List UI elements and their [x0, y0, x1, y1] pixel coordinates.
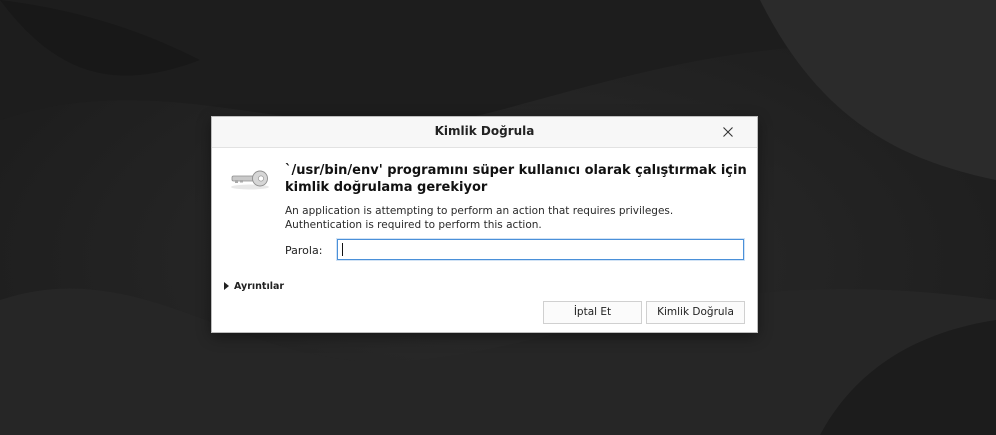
close-icon [723, 127, 733, 137]
triangle-right-icon [224, 282, 229, 290]
cancel-button[interactable]: İptal Et [543, 301, 642, 324]
description-line-2: Authentication is required to perform th… [285, 219, 542, 231]
password-label: Parola: [285, 244, 323, 257]
details-label: Ayrıntılar [234, 281, 285, 292]
authentication-dialog: Kimlik Doğrula `/usr/bin/env' programını… [212, 117, 757, 332]
dialog-titlebar: Kimlik Doğrula [212, 117, 757, 148]
dialog-heading: `/usr/bin/env' programını süper kullanıc… [285, 163, 747, 195]
text-caret [342, 243, 343, 256]
description-line-1: An application is attempting to perform … [285, 205, 674, 217]
close-button[interactable] [719, 123, 737, 141]
key-icon [231, 170, 269, 190]
dialog-title: Kimlik Doğrula [434, 124, 535, 138]
dialog-description: An application is attempting to perform … [285, 204, 745, 232]
details-expander[interactable]: Ayrıntılar [224, 281, 284, 292]
password-input[interactable] [337, 239, 744, 260]
authenticate-button[interactable]: Kimlik Doğrula [646, 301, 745, 324]
